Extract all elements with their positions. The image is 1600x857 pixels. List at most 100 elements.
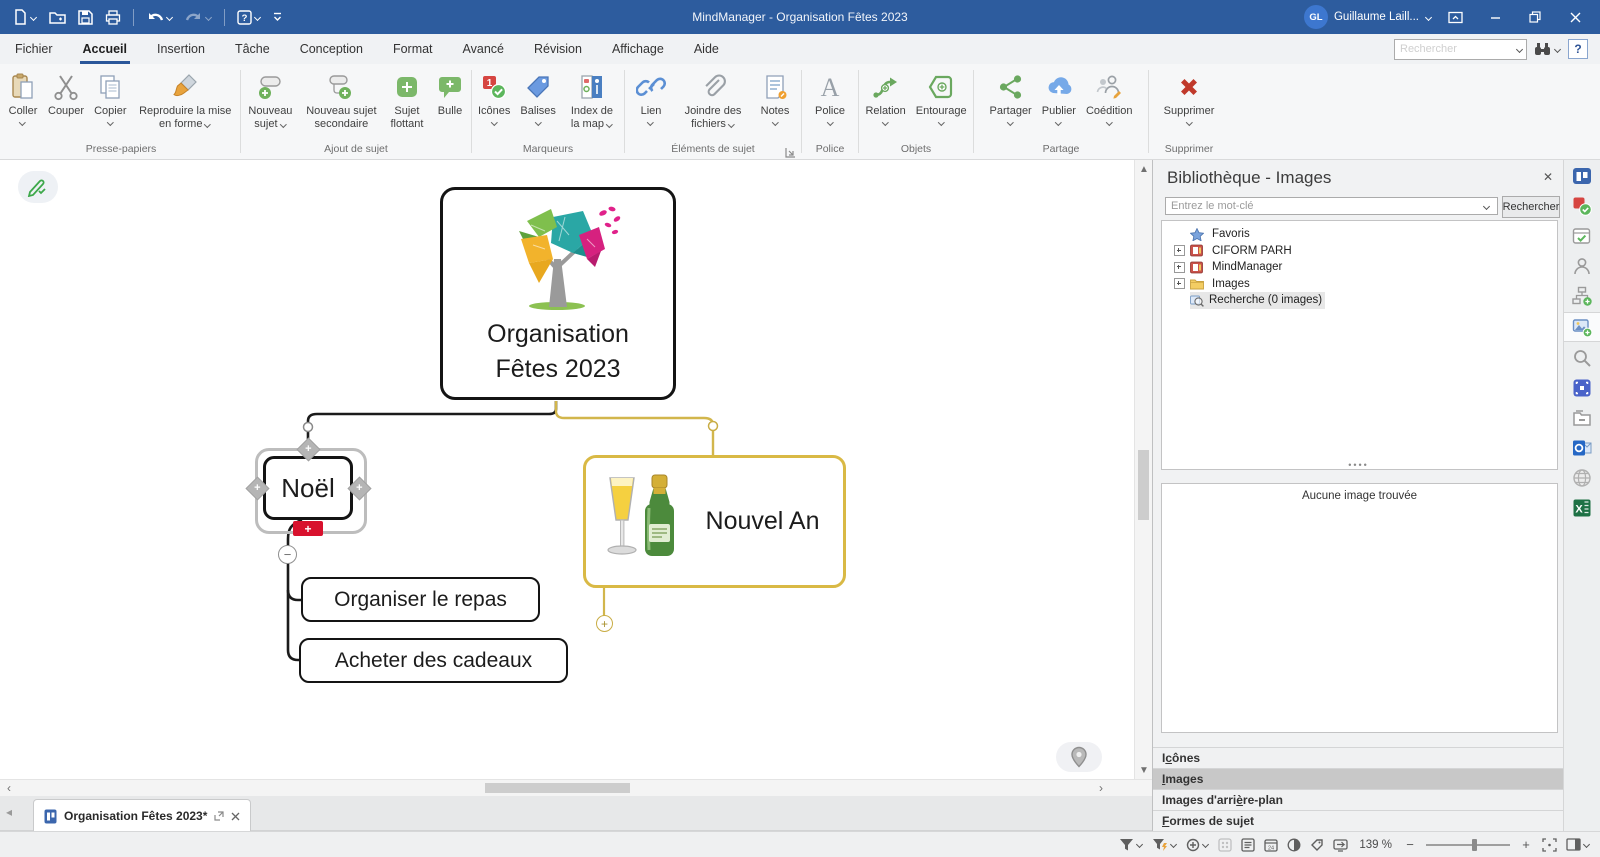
tree-item-mindmanager[interactable]: MindManager [1162, 259, 1557, 276]
tab-images-arriere-plan[interactable]: Images d'arrière-plan [1153, 789, 1564, 810]
topic-acheter-des-cadeaux[interactable]: Acheter des cadeaux [299, 638, 568, 683]
expander-plus-icon[interactable] [1174, 262, 1185, 273]
open-button[interactable] [44, 6, 71, 29]
power-filter-button[interactable] [1186, 838, 1209, 852]
tab-revision[interactable]: Révision [519, 34, 597, 64]
tab-avance[interactable]: Avancé [448, 34, 519, 64]
tab-insertion[interactable]: Insertion [142, 34, 220, 64]
bulle-button[interactable]: Bulle [431, 70, 469, 120]
resources-pane-button[interactable] [1564, 252, 1600, 280]
user-avatar[interactable]: GL [1304, 5, 1328, 29]
pane-layout-button[interactable] [1566, 838, 1590, 851]
zoom-in-button[interactable]: + [1519, 837, 1533, 852]
customize-toolbar-button[interactable] [268, 8, 287, 26]
nouveau-sujet-secondaire-button[interactable]: Nouveau sujet secondaire [300, 70, 383, 132]
tab-fichier[interactable]: Fichier [0, 34, 68, 64]
rechercher-button[interactable]: Rechercher [1502, 196, 1560, 218]
sujet-flottant-button[interactable]: Sujet flottant [385, 70, 429, 132]
scroll-down-arrow[interactable]: ▼ [1135, 761, 1153, 779]
quick-filter-button[interactable] [1152, 838, 1177, 851]
tree-item-recherche[interactable]: Recherche (0 images) [1162, 292, 1557, 309]
library-pane-button[interactable] [1564, 162, 1600, 190]
map-canvas[interactable]: Organisation Fêtes 2023 + + + Noël + − [0, 160, 1134, 779]
outline-view-button[interactable] [1241, 838, 1255, 852]
publier-button[interactable]: Publier [1038, 70, 1080, 127]
tab-scroll-left-icon[interactable]: ◂ [6, 805, 12, 819]
expander-plus-icon[interactable] [1174, 278, 1185, 289]
reproduire-mise-en-forme-button[interactable]: Reproduire la mise en forme [132, 70, 238, 132]
web-pane-button[interactable] [1564, 464, 1600, 492]
tab-images[interactable]: Images [1153, 768, 1564, 789]
tab-icones[interactable]: Icônes [1153, 747, 1564, 768]
add-subtopic-badge[interactable]: + [293, 521, 323, 536]
partager-button[interactable]: Partager [986, 70, 1036, 127]
icones-button[interactable]: 1 Icônes [474, 70, 514, 127]
expand-branch-button[interactable]: + [596, 615, 613, 632]
map-position-button[interactable] [1056, 742, 1102, 772]
compare-view-button[interactable] [1287, 838, 1301, 852]
find-button[interactable] [1534, 42, 1561, 56]
dialog-launcher-icon[interactable] [785, 145, 796, 156]
user-name[interactable]: Guillaume Laill... [1334, 11, 1419, 23]
relation-button[interactable]: Relation [861, 70, 909, 127]
entourage-button[interactable]: Entourage [912, 70, 971, 127]
tree-item-images[interactable]: Images [1162, 276, 1557, 293]
print-button[interactable] [100, 6, 126, 29]
scroll-left-arrow[interactable]: ‹ [0, 780, 18, 796]
topic-noel[interactable]: Noël [263, 456, 353, 520]
topic-nouvel-an[interactable]: Nouvel An [583, 455, 846, 588]
central-topic[interactable]: Organisation Fêtes 2023 [440, 187, 676, 400]
fit-map-button[interactable] [1542, 838, 1557, 852]
collapse-branch-button[interactable]: − [278, 545, 297, 564]
vertical-scrollbar-thumb[interactable] [1138, 450, 1149, 520]
zoom-slider[interactable] [1426, 838, 1510, 852]
close-button[interactable] [1558, 3, 1592, 31]
panel-close-icon[interactable]: ✕ [1543, 170, 1553, 184]
undo-button[interactable] [141, 6, 178, 29]
topic-organiser-le-repas[interactable]: Organiser le repas [301, 577, 540, 622]
tree-item-favoris[interactable]: Favoris [1162, 226, 1557, 243]
tab-formes-de-sujet[interactable]: Formes de sujet [1153, 810, 1564, 831]
ribbon-search-input[interactable] [1394, 39, 1527, 60]
tag-view-button[interactable] [1310, 838, 1324, 852]
joindre-des-fichiers-button[interactable]: Joindre des fichiers [672, 70, 754, 132]
open-in-window-icon[interactable] [214, 811, 224, 821]
zoom-out-button[interactable]: − [1403, 837, 1417, 852]
schedule-view-button[interactable]: 24 [1264, 838, 1278, 852]
nouveau-sujet-button[interactable]: Nouveau sujet [243, 70, 298, 132]
police-button[interactable]: A Police [811, 70, 849, 127]
slide-view-button[interactable] [1333, 838, 1348, 852]
chevron-down-icon[interactable] [1483, 204, 1490, 209]
search-pane-button[interactable] [1564, 344, 1600, 372]
expander-plus-icon[interactable] [1174, 245, 1185, 256]
icon-markers-pane-button[interactable] [1564, 192, 1600, 220]
horizontal-scrollbar[interactable]: ‹ › [0, 779, 1152, 796]
scroll-right-arrow[interactable]: › [1092, 780, 1110, 796]
keyword-search-input[interactable] [1165, 197, 1498, 215]
edit-mode-indicator[interactable] [18, 171, 58, 203]
snapshot-pane-button[interactable] [1564, 374, 1600, 402]
coedition-button[interactable]: Coédition [1082, 70, 1136, 127]
tab-tache[interactable]: Tâche [220, 34, 285, 64]
copier-button[interactable]: Copier [90, 70, 130, 127]
tab-accueil[interactable]: Accueil [68, 34, 142, 64]
chevron-down-icon[interactable] [1425, 15, 1432, 20]
help-pane-button[interactable]: ? [1568, 39, 1588, 59]
horizontal-scrollbar-thumb[interactable] [485, 783, 630, 793]
tab-aide[interactable]: Aide [679, 34, 734, 64]
tab-affichage[interactable]: Affichage [597, 34, 679, 64]
index-de-la-map-button[interactable]: Index de la map [562, 70, 622, 132]
map-parts-pane-button[interactable] [1564, 282, 1600, 310]
task-info-pane-button[interactable] [1564, 222, 1600, 250]
balance-map-button[interactable] [1218, 838, 1232, 852]
images-pane-button[interactable] [1564, 312, 1600, 342]
close-document-icon[interactable] [231, 812, 240, 821]
outlook-pane-button[interactable] [1564, 434, 1600, 462]
tab-conception[interactable]: Conception [285, 34, 378, 64]
restore-button[interactable] [1518, 3, 1552, 31]
scroll-up-arrow[interactable]: ▲ [1135, 160, 1153, 178]
help-button[interactable]: ? [232, 6, 266, 29]
lien-button[interactable]: Lien [632, 70, 670, 127]
supprimer-button[interactable]: Supprimer [1160, 70, 1219, 127]
zoom-slider-handle[interactable] [1472, 839, 1477, 851]
